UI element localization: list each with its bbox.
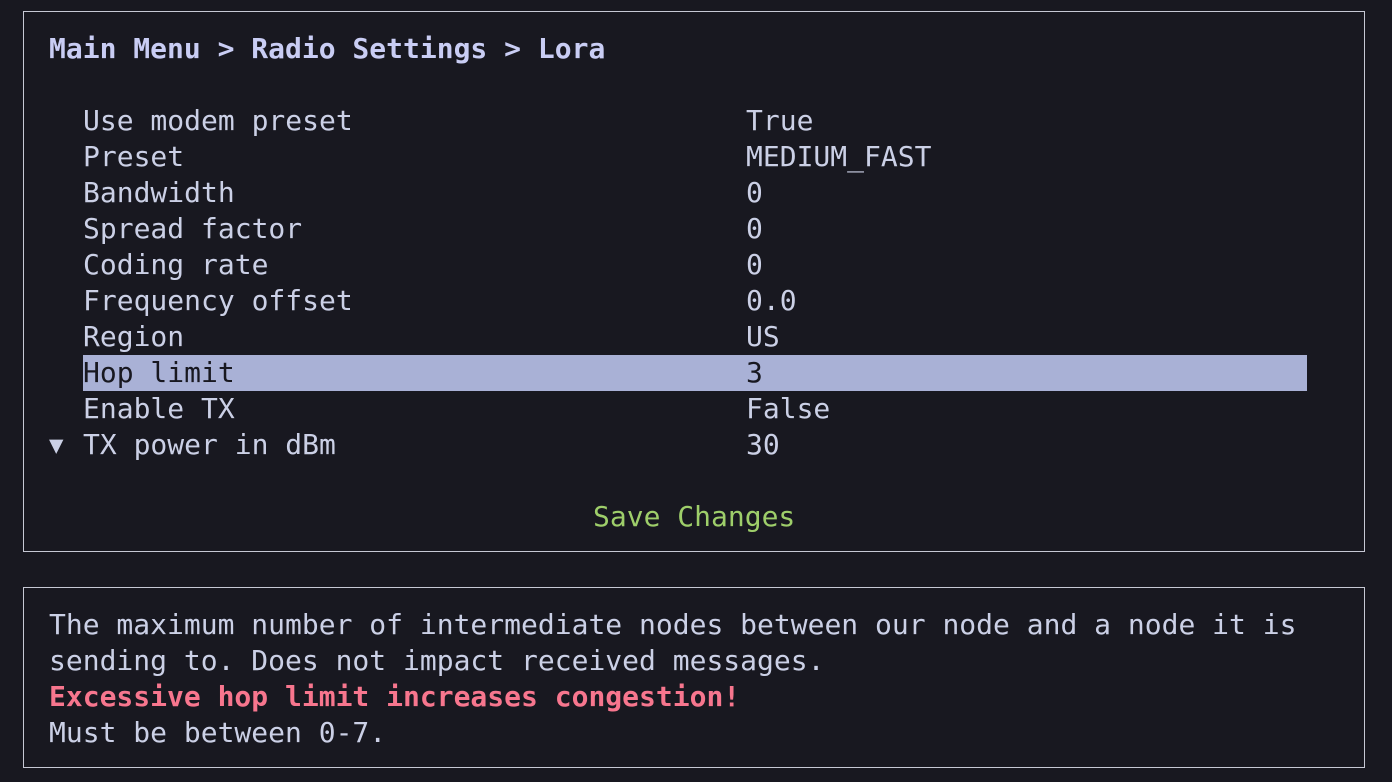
setting-value: 30: [746, 428, 780, 461]
save-changes-button[interactable]: Save Changes: [593, 499, 795, 535]
setting-label: Region: [83, 320, 185, 353]
setting-value: False: [746, 392, 831, 425]
help-warning: Excessive hop limit increases congestion…: [49, 680, 741, 713]
help-panel: The maximum number of intermediate nodes…: [23, 587, 1365, 768]
setting-row-hop-limit[interactable]: Hop limit 3: [83, 355, 1307, 391]
setting-row-preset[interactable]: Preset MEDIUM_FAST: [83, 139, 1307, 175]
setting-row-coding-rate[interactable]: Coding rate 0: [83, 247, 1307, 283]
setting-value: 0.0: [746, 284, 797, 317]
setting-label: Enable TX: [83, 392, 235, 425]
setting-value: 0: [746, 176, 763, 209]
setting-label: Coding rate: [83, 248, 269, 281]
settings-panel: Main Menu > Radio Settings > Lora Use mo…: [23, 11, 1365, 552]
setting-label: Frequency offset: [83, 284, 353, 317]
setting-row-spread-factor[interactable]: Spread factor 0: [83, 211, 1307, 247]
setting-value: US: [746, 320, 780, 353]
setting-row-enable-tx[interactable]: Enable TX False: [83, 391, 1307, 427]
setting-row-tx-power[interactable]: TX power in dBm 30: [83, 427, 1307, 463]
setting-label: Use modem preset: [83, 104, 353, 137]
setting-value: 0: [746, 212, 763, 245]
setting-value: MEDIUM_FAST: [746, 140, 932, 173]
scroll-down-icon[interactable]: ▼: [49, 427, 63, 463]
setting-row-use-modem-preset[interactable]: Use modem preset True: [83, 103, 1307, 139]
setting-row-bandwidth[interactable]: Bandwidth 0: [83, 175, 1307, 211]
breadcrumb: Main Menu > Radio Settings > Lora: [49, 32, 606, 65]
setting-label: Bandwidth: [83, 176, 235, 209]
setting-row-region[interactable]: Region US: [83, 319, 1307, 355]
help-constraint: Must be between 0-7.: [49, 716, 387, 749]
setting-value: 3: [746, 356, 763, 389]
help-description-line-1: The maximum number of intermediate nodes…: [49, 608, 1297, 641]
setting-value: 0: [746, 248, 763, 281]
setting-value: True: [746, 104, 814, 137]
setting-row-frequency-offset[interactable]: Frequency offset 0.0: [83, 283, 1307, 319]
help-description-line-2: sending to. Does not impact received mes…: [49, 644, 825, 677]
setting-label: Spread factor: [83, 212, 303, 245]
setting-label: Hop limit: [83, 356, 235, 389]
setting-label: TX power in dBm: [83, 428, 336, 461]
setting-label: Preset: [83, 140, 185, 173]
